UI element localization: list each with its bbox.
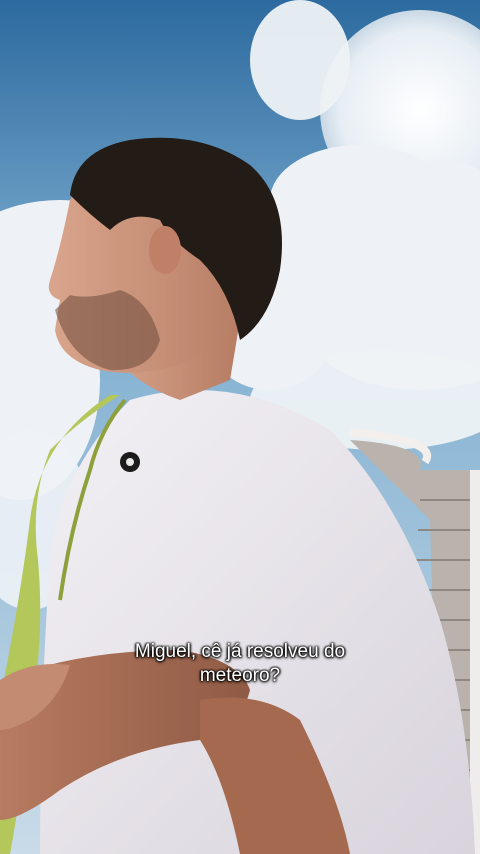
caption-line-2: meteoro? (199, 665, 281, 686)
video-still (0, 0, 480, 854)
caption-line-1: Miguel, cê já resolveu do (134, 641, 346, 662)
subtitle-caption: Miguel, cê já resolveu do meteoro? (40, 640, 440, 688)
video-frame: Miguel, cê já resolveu do meteoro? (0, 0, 480, 854)
